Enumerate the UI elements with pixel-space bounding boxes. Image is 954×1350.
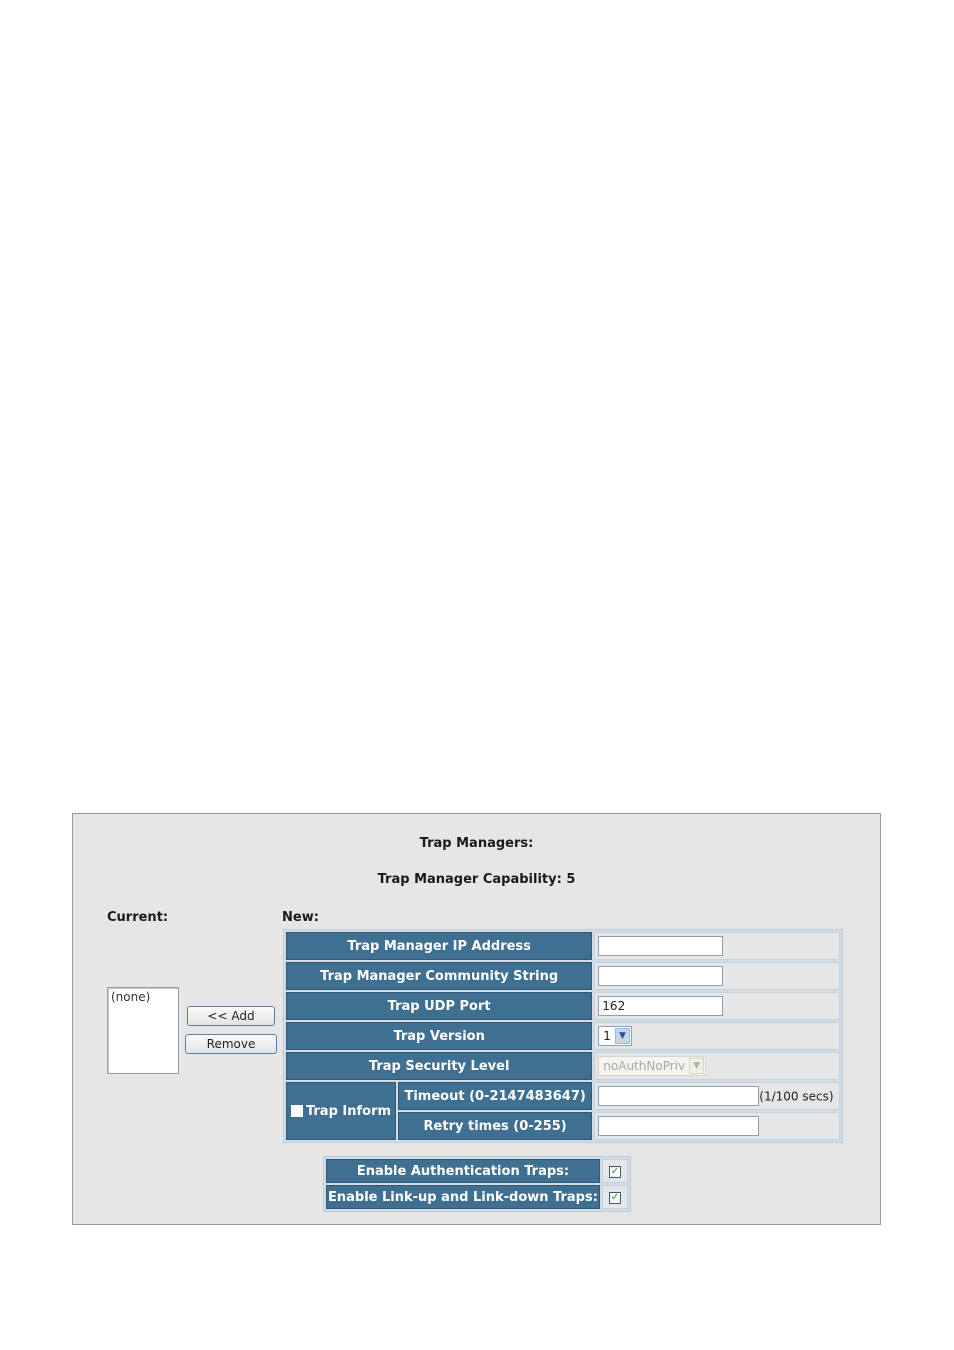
udp-port-input[interactable] [598,996,724,1017]
ip-address-row: Trap Manager IP Address [286,932,840,960]
new-trap-manager-form: Trap Manager IP Address Trap Manager Com… [283,929,843,1143]
udp-port-row: Trap UDP Port [286,992,840,1020]
trap-managers-panel: Trap Managers: Trap Manager Capability: … [72,813,881,1225]
new-label: New: [282,910,319,925]
ip-address-input[interactable] [598,936,724,957]
link-traps-label: Enable Link-up and Link-down Traps: [326,1185,600,1209]
add-button[interactable]: << Add [187,1006,275,1026]
trap-manager-capability: Trap Manager Capability: 5 [377,872,576,887]
trap-version-row: Trap Version 1 ▼ [286,1022,840,1050]
trap-version-select[interactable]: 1 ▼ [598,1026,632,1047]
trap-inform-checkbox[interactable] [290,1105,303,1117]
trap-version-label: Trap Version [286,1022,593,1050]
link-traps-row: Enable Link-up and Link-down Traps: ✓ [326,1185,628,1209]
current-trap-managers-list[interactable]: (none) [107,987,179,1074]
retry-input[interactable] [598,1116,760,1137]
page-title: Trap Managers: [419,836,534,851]
community-string-label: Trap Manager Community String [286,962,593,990]
trap-inform-label: Trap Inform [305,1103,392,1119]
timeout-label: Timeout (0-2147483647) [398,1082,593,1110]
current-label: Current: [107,910,169,925]
chevron-down-icon: ▼ [689,1058,705,1075]
timeout-row: Trap Inform Timeout (0-2147483647) (1/10… [286,1082,840,1140]
auth-traps-checkbox[interactable]: ✓ [608,1166,621,1178]
community-string-input[interactable] [598,966,724,987]
link-traps-checkbox[interactable]: ✓ [608,1192,621,1204]
security-level-select: noAuthNoPriv ▼ [598,1056,707,1077]
trap-version-value: 1 [603,1029,611,1044]
chevron-down-icon[interactable]: ▼ [614,1028,630,1045]
remove-button[interactable]: Remove [185,1034,277,1054]
auth-traps-label: Enable Authentication Traps: [326,1159,600,1183]
list-item[interactable]: (none) [111,990,175,1004]
udp-port-label: Trap UDP Port [286,992,593,1020]
trap-options-table: Enable Authentication Traps: ✓ Enable Li… [323,1156,631,1212]
auth-traps-row: Enable Authentication Traps: ✓ [326,1159,628,1183]
trap-inform-cell: Trap Inform [286,1082,396,1140]
security-level-label: Trap Security Level [286,1052,593,1080]
retry-label: Retry times (0-255) [398,1112,593,1140]
security-level-value: noAuthNoPriv [603,1059,686,1074]
timeout-input[interactable] [598,1086,760,1107]
security-level-row: Trap Security Level noAuthNoPriv ▼ [286,1052,840,1080]
ip-address-label: Trap Manager IP Address [286,932,593,960]
community-string-row: Trap Manager Community String [286,962,840,990]
timeout-unit: (1/100 secs) [759,1089,834,1104]
